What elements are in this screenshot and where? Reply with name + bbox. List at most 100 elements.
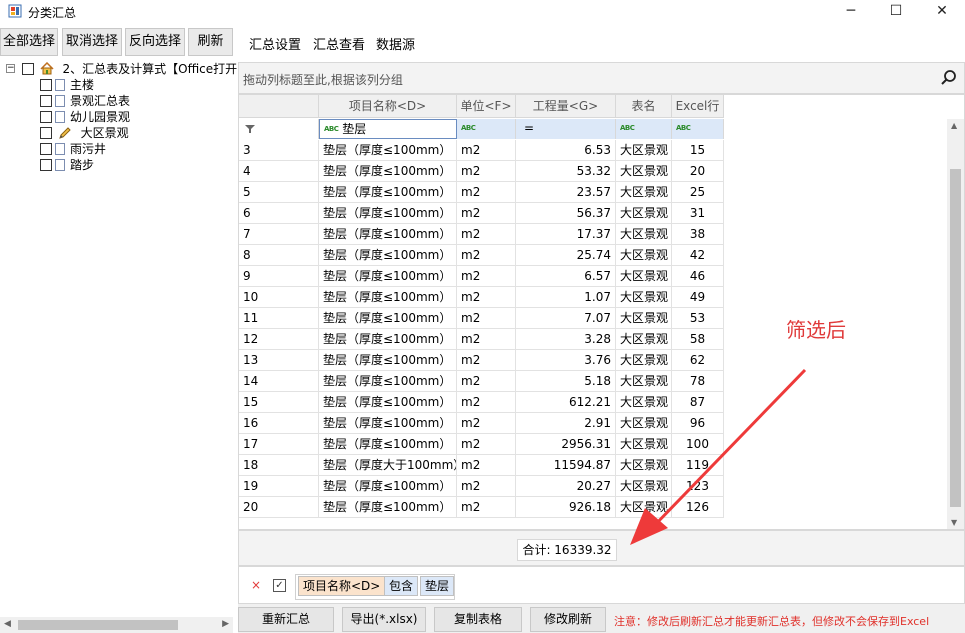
cell-name[interactable]: 垫层（厚度≤100mm） [319, 497, 457, 518]
table-row[interactable]: 5 垫层（厚度≤100mm） m2 23.57 大区景观 25 [239, 182, 724, 203]
tree-item-checkbox[interactable] [40, 94, 52, 107]
cell-row-number[interactable]: 19 [239, 476, 319, 497]
cell-name[interactable]: 垫层（厚度≤100mm） [319, 371, 457, 392]
cell-row-number[interactable]: 9 [239, 266, 319, 287]
maximize-button[interactable]: ☐ [873, 0, 919, 24]
cell-row-number[interactable]: 10 [239, 287, 319, 308]
cell-sheet[interactable]: 大区景观 [616, 182, 672, 203]
cell-row-number[interactable]: 12 [239, 329, 319, 350]
cell-unit[interactable]: m2 [457, 161, 516, 182]
search-icon[interactable] [940, 69, 958, 87]
cell-name[interactable]: 垫层（厚度≤100mm） [319, 182, 457, 203]
cell-name[interactable]: 垫层（厚度≤100mm） [319, 140, 457, 161]
cell-sheet[interactable]: 大区景观 [616, 308, 672, 329]
cell-unit[interactable]: m2 [457, 371, 516, 392]
cell-excel-row[interactable]: 31 [672, 203, 724, 224]
tree-item-checkbox[interactable] [40, 158, 52, 171]
cell-sheet[interactable]: 大区景观 [616, 224, 672, 245]
cell-unit[interactable]: m2 [457, 203, 516, 224]
tree-item[interactable]: 主楼 [40, 76, 94, 92]
cell-excel-row[interactable]: 38 [672, 224, 724, 245]
cell-excel-row[interactable]: 20 [672, 161, 724, 182]
table-row[interactable]: 12 垫层（厚度≤100mm） m2 3.28 大区景观 58 [239, 329, 724, 350]
cell-row-number[interactable]: 3 [239, 140, 319, 161]
cell-quantity[interactable]: 56.37 [516, 203, 616, 224]
export-xlsx-button[interactable]: 导出(*.xlsx) [342, 607, 426, 632]
cell-row-number[interactable]: 7 [239, 224, 319, 245]
tree-item[interactable]: 大区景观 [40, 124, 129, 140]
tree-root[interactable]: − 2、汇总表及计算式【Office打开 [6, 60, 237, 76]
table-row[interactable]: 6 垫层（厚度≤100mm） m2 56.37 大区景观 31 [239, 203, 724, 224]
resummarize-button[interactable]: 重新汇总 [238, 607, 334, 632]
close-button[interactable]: ✕ [919, 0, 965, 24]
cell-row-number[interactable]: 14 [239, 371, 319, 392]
filter-unit-cell[interactable]: ABC [457, 119, 516, 139]
cell-sheet[interactable]: 大区景观 [616, 203, 672, 224]
refresh-button[interactable]: 刷新 [188, 28, 233, 56]
cell-row-number[interactable]: 5 [239, 182, 319, 203]
cell-row-number[interactable]: 13 [239, 350, 319, 371]
column-header-quantity[interactable]: 工程量<G> [516, 95, 616, 118]
cell-name[interactable]: 垫层（厚度≤100mm） [319, 476, 457, 497]
cell-sheet[interactable]: 大区景观 [616, 329, 672, 350]
group-by-panel[interactable]: 拖动列标题至此,根据该列分组 [238, 62, 965, 94]
filter-quantity-cell[interactable]: = [516, 119, 616, 139]
cell-sheet[interactable]: 大区景观 [616, 140, 672, 161]
scroll-left-icon[interactable]: ◀ [4, 619, 11, 629]
cell-unit[interactable]: m2 [457, 287, 516, 308]
filter-sheet-cell[interactable]: ABC [616, 119, 672, 139]
scroll-right-icon[interactable]: ▶ [222, 619, 229, 629]
table-row[interactable]: 9 垫层（厚度≤100mm） m2 6.57 大区景观 46 [239, 266, 724, 287]
cell-unit[interactable]: m2 [457, 140, 516, 161]
filter-enabled-checkbox[interactable]: ✓ [273, 579, 286, 592]
cell-sheet[interactable]: 大区景观 [616, 287, 672, 308]
table-row[interactable]: 8 垫层（厚度≤100mm） m2 25.74 大区景观 42 [239, 245, 724, 266]
table-row[interactable]: 10 垫层（厚度≤100mm） m2 1.07 大区景观 49 [239, 287, 724, 308]
cell-quantity[interactable]: 1.07 [516, 287, 616, 308]
cell-excel-row[interactable]: 53 [672, 308, 724, 329]
scroll-up-icon[interactable]: ▲ [951, 121, 957, 130]
table-row[interactable]: 3 垫层（厚度≤100mm） m2 6.53 大区景观 15 [239, 140, 724, 161]
cell-row-number[interactable]: 6 [239, 203, 319, 224]
cell-excel-row[interactable]: 49 [672, 287, 724, 308]
cell-quantity[interactable]: 6.53 [516, 140, 616, 161]
cell-sheet[interactable]: 大区景观 [616, 161, 672, 182]
cell-unit[interactable]: m2 [457, 350, 516, 371]
minimize-button[interactable]: ─ [828, 0, 874, 24]
cell-name[interactable]: 垫层（厚度≤100mm） [319, 224, 457, 245]
modify-refresh-button[interactable]: 修改刷新 [530, 607, 606, 632]
tab-summary-settings[interactable]: 汇总设置 [249, 34, 301, 53]
filter-excel-row-cell[interactable]: ABC [672, 119, 724, 139]
scroll-thumb[interactable] [950, 169, 961, 507]
cell-row-number[interactable]: 11 [239, 308, 319, 329]
cell-sheet[interactable]: 大区景观 [616, 266, 672, 287]
tab-summary-view[interactable]: 汇总查看 [313, 34, 365, 53]
tree-item[interactable]: 雨污井 [40, 140, 106, 156]
tree-item[interactable]: 踏步 [40, 156, 94, 172]
tree-item[interactable]: 幼儿园景观 [40, 108, 130, 124]
cell-excel-row[interactable]: 58 [672, 329, 724, 350]
cell-unit[interactable]: m2 [457, 266, 516, 287]
cell-quantity[interactable]: 7.07 [516, 308, 616, 329]
cell-name[interactable]: 垫层（厚度≤100mm） [319, 350, 457, 371]
column-header-unit[interactable]: 单位<F> [457, 95, 516, 118]
table-row[interactable]: 4 垫层（厚度≤100mm） m2 53.32 大区景观 20 [239, 161, 724, 182]
cell-name[interactable]: 垫层（厚度≤100mm） [319, 434, 457, 455]
column-header-excel-row[interactable]: Excel行 [672, 95, 724, 118]
cell-row-number[interactable]: 16 [239, 413, 319, 434]
table-row[interactable]: 7 垫层（厚度≤100mm） m2 17.37 大区景观 38 [239, 224, 724, 245]
clear-filter-icon[interactable]: × [251, 578, 261, 592]
copy-table-button[interactable]: 复制表格 [434, 607, 522, 632]
cell-name[interactable]: 垫层（厚度≤100mm） [319, 161, 457, 182]
grid-vertical-scrollbar[interactable]: ▲ ▼ [947, 119, 964, 529]
cell-unit[interactable]: m2 [457, 497, 516, 518]
column-header-sheet[interactable]: 表名 [616, 95, 672, 118]
cell-name[interactable]: 垫层（厚度≤100mm） [319, 413, 457, 434]
filter-name-cell[interactable]: ABC 垫层 [319, 119, 457, 139]
filter-chip-operator[interactable]: 包含 [384, 576, 419, 596]
filter-chip-value[interactable]: 垫层 [420, 576, 455, 596]
cell-name[interactable]: 垫层（厚度≤100mm） [319, 245, 457, 266]
cell-quantity[interactable]: 17.37 [516, 224, 616, 245]
tree-item-checkbox[interactable] [40, 126, 52, 139]
cell-sheet[interactable]: 大区景观 [616, 245, 672, 266]
